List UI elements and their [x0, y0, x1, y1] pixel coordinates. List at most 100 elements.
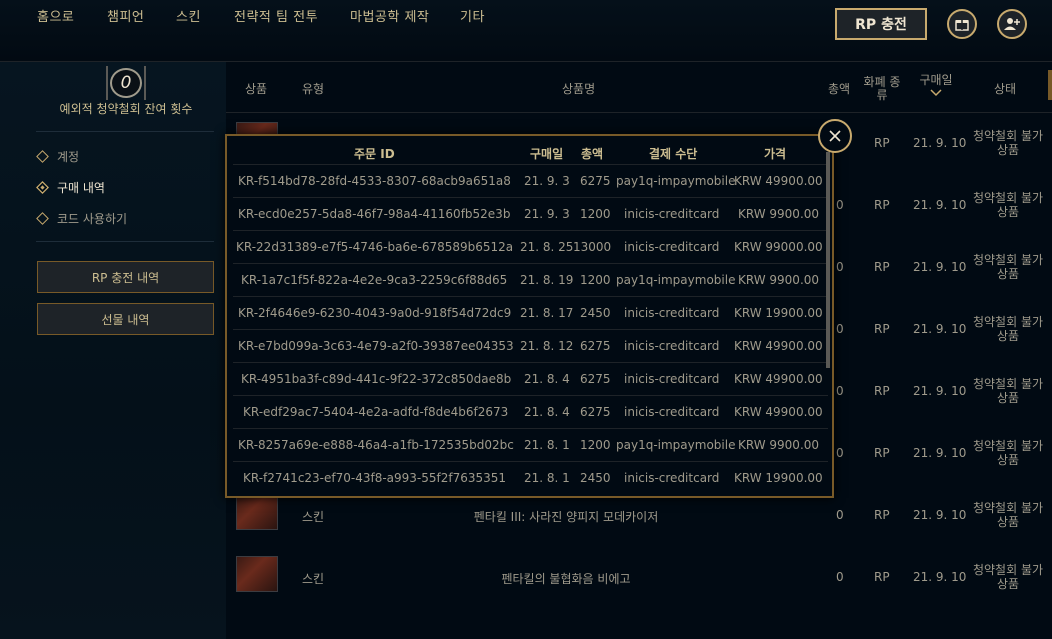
- col-header-type: 유형: [302, 82, 325, 96]
- order-price: KRW 49900.00: [734, 339, 823, 353]
- row-status: 청약철회 불가 상품: [972, 253, 1044, 281]
- top-nav: 홈으로 챔피언 스킨 전략적 팀 전투 마법공학 제작 기타 RP 충전: [0, 0, 1052, 62]
- order-row: KR-e7bd099a-3c63-4e79-a2f0-39387ee04353 …: [233, 329, 828, 362]
- order-date: 21. 8. 4: [524, 405, 570, 419]
- gift-icon[interactable]: [947, 9, 977, 39]
- order-price: KRW 49900.00: [734, 174, 823, 188]
- col-header-status: 상태: [994, 82, 1017, 96]
- row-type: 스킨: [302, 510, 325, 524]
- modal-header-date: 구매일: [530, 147, 564, 161]
- nav-skins[interactable]: 스킨: [176, 6, 201, 25]
- nav-hextech[interactable]: 마법공학 제작: [350, 6, 429, 25]
- order-date: 21. 8. 1: [524, 471, 570, 485]
- order-total: 6275: [580, 339, 611, 353]
- row-currency: RP: [874, 508, 890, 522]
- refund-count-label: 예외적 청약철회 잔여 횟수: [59, 102, 193, 116]
- row-currency: RP: [874, 136, 890, 150]
- order-date: 21. 8. 12: [520, 339, 574, 353]
- row-currency: RP: [874, 446, 890, 460]
- order-row: KR-8257a69e-e888-46a4-a1fb-172535bd02bc …: [233, 428, 828, 461]
- item-thumbnail: [236, 494, 278, 530]
- row-status: 청약철회 불가 상품: [972, 563, 1044, 591]
- order-method: pay1q-impaymobile: [616, 438, 736, 452]
- col-header-name: 상품명: [562, 82, 596, 96]
- row-currency: RP: [874, 260, 890, 274]
- order-method: inicis-creditcard: [624, 372, 720, 386]
- gift-history-button[interactable]: 선물 내역: [37, 303, 214, 335]
- add-friend-icon[interactable]: [997, 9, 1027, 39]
- row-date: 21. 9. 10: [913, 322, 967, 336]
- divider: [36, 131, 214, 132]
- row-total: 0: [836, 508, 844, 522]
- modal-header-order-id: 주문 ID: [354, 147, 395, 161]
- row-status: 청약철회 불가 상품: [972, 377, 1044, 405]
- row-total: 0: [836, 322, 844, 336]
- rp-history-button[interactable]: RP 충전 내역: [37, 261, 214, 293]
- row-total: 0: [836, 384, 844, 398]
- row-date: 21. 9. 10: [913, 508, 967, 522]
- order-method: inicis-creditcard: [624, 240, 720, 254]
- col-header-item: 상품: [245, 82, 268, 96]
- order-price: KRW 49900.00: [734, 372, 823, 386]
- order-row: KR-f2741c23-ef70-43f8-a993-55f2f7635351 …: [233, 461, 828, 494]
- sidebar-item-account[interactable]: 계정: [36, 148, 79, 165]
- row-status: 청약철회 불가 상품: [972, 315, 1044, 343]
- row-date: 21. 9. 10: [913, 136, 967, 150]
- item-thumbnail: [236, 556, 278, 592]
- row-type: 스킨: [302, 572, 325, 586]
- row-status: 청약철회 불가 상품: [972, 129, 1044, 157]
- sidebar-item-purchase-history[interactable]: 구매 내역: [36, 179, 105, 196]
- table-scrollbar[interactable]: [1048, 70, 1052, 100]
- nav-tft[interactable]: 전략적 팀 전투: [234, 6, 318, 25]
- row-total: 0: [836, 446, 844, 460]
- order-total: 1200: [580, 207, 611, 221]
- order-id: KR-ecd0e257-5da8-46f7-98a4-41160fb52e3b: [238, 207, 511, 221]
- rp-purchase-button[interactable]: RP 충전: [835, 8, 927, 40]
- order-price: KRW 19900.00: [734, 471, 823, 485]
- order-total: 6275: [580, 372, 611, 386]
- sidebar-item-redeem-code[interactable]: 코드 사용하기: [36, 210, 127, 227]
- modal-header-total: 총액: [581, 147, 604, 161]
- row-currency: RP: [874, 198, 890, 212]
- order-total: 1200: [580, 273, 611, 287]
- order-date: 21. 8. 19: [520, 273, 574, 287]
- order-method: inicis-creditcard: [624, 339, 720, 353]
- row-name: 펜타킬의 불협화음 비에고: [501, 572, 631, 586]
- divider: [36, 241, 214, 242]
- order-total: 2450: [580, 306, 611, 320]
- order-id: KR-e7bd099a-3c63-4e79-a2f0-39387ee04353: [238, 339, 514, 353]
- order-price: KRW 9900.00: [738, 438, 820, 452]
- order-row: KR-4951ba3f-c89d-441c-9f22-372c850dae8b …: [233, 362, 828, 395]
- order-id: KR-f2741c23-ef70-43f8-a993-55f2f7635351: [243, 471, 507, 485]
- col-header-date[interactable]: 구매일: [918, 74, 954, 97]
- modal-header-method: 결제 수단: [649, 147, 698, 161]
- nav-home[interactable]: 홈으로: [37, 6, 74, 25]
- order-total: 6275: [580, 174, 611, 188]
- row-total: 0: [836, 570, 844, 584]
- order-method: inicis-creditcard: [624, 405, 720, 419]
- row-date: 21. 9. 10: [913, 384, 967, 398]
- order-method: inicis-creditcard: [624, 207, 720, 221]
- nav-champions[interactable]: 챔피언: [107, 6, 144, 25]
- close-icon[interactable]: [818, 119, 852, 153]
- row-date: 21. 9. 10: [913, 198, 967, 212]
- order-price: KRW 9900.00: [738, 273, 820, 287]
- order-price: KRW 9900.00: [738, 207, 820, 221]
- order-total: 13000: [573, 240, 612, 254]
- order-date: 21. 8. 1: [524, 438, 570, 452]
- modal-scrollbar[interactable]: [826, 152, 830, 368]
- order-method: pay1q-impaymobile: [616, 174, 736, 188]
- diamond-icon: [36, 150, 49, 163]
- order-date: 21. 8. 25: [520, 240, 574, 254]
- nav-etc[interactable]: 기타: [460, 6, 485, 25]
- order-price: KRW 19900.00: [734, 306, 823, 320]
- order-date: 21. 8. 4: [524, 372, 570, 386]
- col-header-date-label: 구매일: [919, 73, 953, 87]
- modal-header-price: 가격: [764, 147, 787, 161]
- row-total: 0: [836, 260, 844, 274]
- order-id: KR-4951ba3f-c89d-441c-9f22-372c850dae8b: [241, 372, 512, 386]
- row-status: 청약철회 불가 상품: [972, 501, 1044, 529]
- row-currency: RP: [874, 570, 890, 584]
- col-header-currency: 화폐 종류: [863, 75, 901, 102]
- table-row[interactable]: 스킨 펜타킬의 불협화음 비에고 0 RP 21. 9. 10 청약철회 불가 …: [226, 546, 1052, 608]
